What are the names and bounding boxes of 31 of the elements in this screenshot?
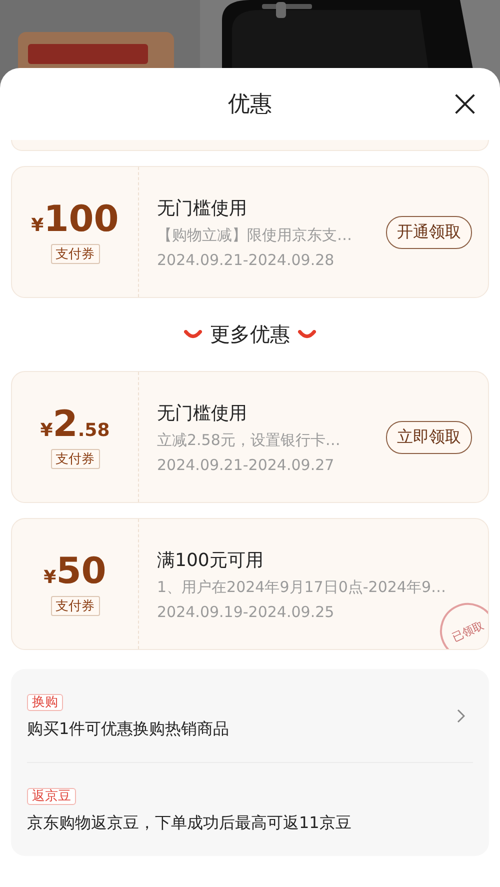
promotion-tag: 返京豆 (27, 788, 76, 805)
sheet-title: 优惠 (228, 91, 272, 119)
close-icon[interactable] (454, 93, 476, 115)
smile-icon (184, 330, 202, 339)
coupon-decimal: .58 (78, 420, 110, 441)
coupon-title: 无门槛使用 (157, 402, 248, 424)
coupon-validity: 2024.09.21-2024.09.27 (157, 456, 336, 474)
currency-symbol: ¥ (40, 420, 53, 441)
coupon-amount: 50 (56, 552, 106, 592)
section-title: 更多优惠 (210, 321, 290, 348)
promotion-text: 购买1件可优惠换购热销商品 (27, 719, 230, 740)
coupon-title: 满100元可用 (157, 548, 264, 572)
claim-button[interactable]: 开通领取 (386, 216, 472, 248)
coupon-description: 立减2.58元，设置银行卡… (157, 430, 342, 450)
coupon-validity: 2024.09.21-2024.09.28 (157, 250, 336, 268)
promotion-text: 京东购物返京豆，下单成功后最高可返11京豆 (27, 813, 352, 834)
currency-symbol: ¥ (44, 567, 56, 588)
coupon-type-tag: 支付券 (50, 596, 100, 616)
coupon-validity: 2024.09.19-2024.09.25 (157, 602, 336, 620)
coupon-amount: 100 (44, 200, 119, 240)
smile-icon (298, 330, 316, 339)
coupon-amount: 2 (52, 405, 78, 445)
coupon-title: 无门槛使用 (157, 196, 248, 220)
coupon-type-tag: 支付券 (50, 449, 100, 469)
promotion-tag: 换购 (27, 694, 63, 711)
coupon-description: 【购物立减】限使用京东支… (157, 226, 353, 244)
coupon-type-tag: 支付券 (50, 244, 100, 264)
currency-symbol: ¥ (31, 215, 44, 236)
claim-button[interactable]: 立即领取 (386, 420, 472, 454)
chevron-right-icon[interactable] (457, 708, 465, 722)
coupon-description: 1、用户在2024年9月17日0点-2024年9… (157, 578, 448, 596)
